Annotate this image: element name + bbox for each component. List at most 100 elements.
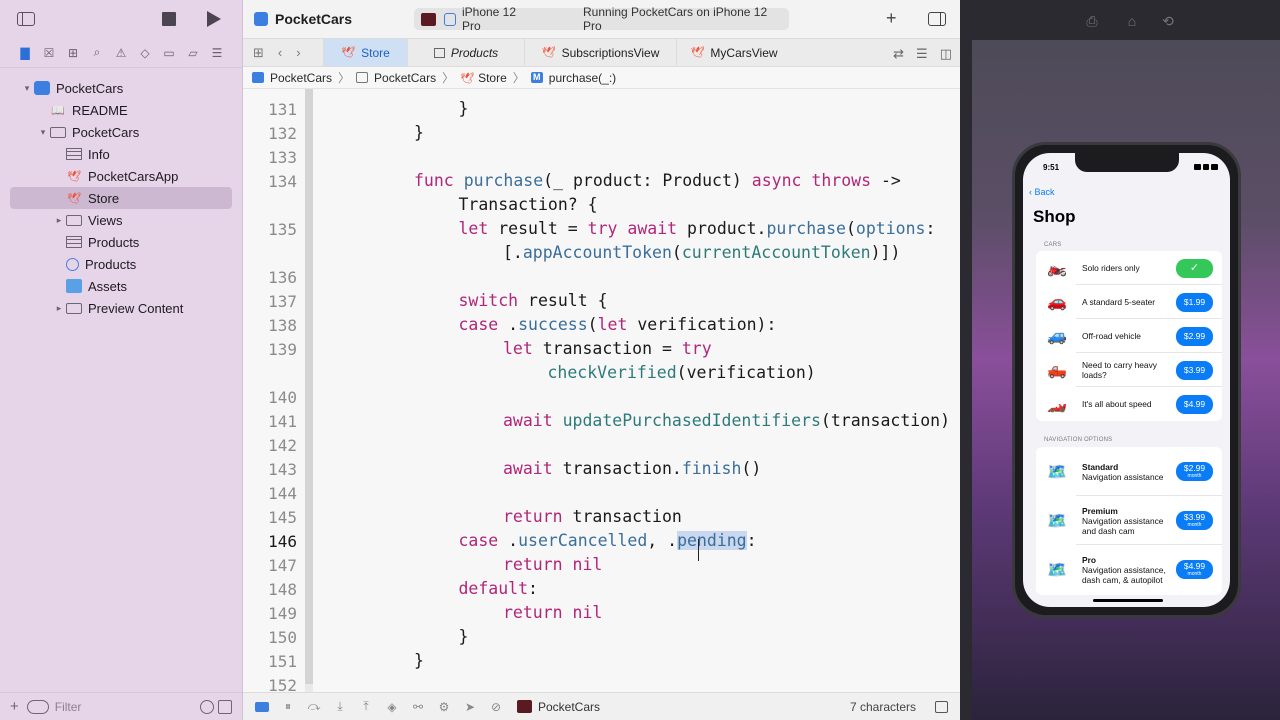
chevron-right-icon: 〉 <box>338 71 351 85</box>
scm-filter-icon[interactable] <box>218 700 232 714</box>
nav-option-row[interactable]: 🗺️ Premium Navigation assistance and dash … <box>1036 496 1222 545</box>
tree-item[interactable]: ▾ PocketCars <box>0 121 242 143</box>
source-control-icon[interactable]: ☒ <box>41 45 57 61</box>
filter-input[interactable]: Filter <box>55 700 82 714</box>
tab-store[interactable]: 🕊 Store <box>323 39 407 66</box>
swiftui-debug-icon[interactable]: ⊘ <box>489 700 503 714</box>
code-line: [.appAccountToken(currentAccountToken)]) <box>503 243 901 262</box>
tab-products[interactable]: Products <box>407 39 524 66</box>
item-description: Premium Navigation assistance and dash ca… <box>1082 506 1172 536</box>
back-button[interactable]: ‹ Back <box>1029 187 1055 197</box>
car-icon: 🛻 <box>1047 362 1067 379</box>
step-over-icon[interactable]: ⤼ <box>307 699 321 714</box>
search-icon[interactable]: ⌕ <box>89 45 105 61</box>
car-row[interactable]: 🚗 A standard 5-seater $1.99 <box>1036 285 1222 319</box>
tree-item[interactable]: 🕊 Store <box>10 187 232 209</box>
disclosure-icon[interactable]: ▾ <box>36 127 50 138</box>
filter-icon[interactable] <box>26 699 49 714</box>
code-line: } <box>414 651 424 670</box>
line-number-gutter: 131 132 133 134 135 136 137 138 139 140 141 142 143 1… <box>243 89 305 692</box>
breadcrumb-item[interactable]: Store <box>478 71 507 85</box>
buy-button[interactable]: $2.99 <box>1176 326 1213 346</box>
map-icon: 🗺️ <box>1047 512 1067 530</box>
editor-options-icon[interactable]: ☰ <box>916 46 928 62</box>
breakpoint-icon[interactable]: ▱ <box>185 45 201 61</box>
cars-section-header: CARS <box>1044 242 1062 248</box>
tree-item-label: Products <box>85 256 137 272</box>
report-icon[interactable]: ☰ <box>209 45 225 61</box>
car-row[interactable]: 🏍️ Solo riders only ✓ <box>1036 251 1222 285</box>
folder-icon[interactable]: ▇ <box>17 45 33 61</box>
tree-item[interactable]: ▸ Preview Content <box>0 297 242 319</box>
related-items-icon[interactable]: ⇄ <box>893 46 904 62</box>
disclosure-icon[interactable]: ▸ <box>52 303 66 314</box>
breadcrumb-item[interactable]: purchase(_:) <box>549 71 616 85</box>
step-out-icon[interactable]: ⤒ <box>359 699 373 714</box>
inspector-toggle-icon[interactable] <box>928 12 946 26</box>
app-icon <box>254 12 268 26</box>
car-row[interactable]: 🚙 Off-road vehicle $2.99 <box>1036 319 1222 353</box>
back-icon[interactable]: ‹ <box>278 45 282 60</box>
warning-icon[interactable]: ⚠ <box>113 45 129 61</box>
debug-icon[interactable]: ▭ <box>161 45 177 61</box>
breakpoints-toggle-icon[interactable] <box>255 700 269 714</box>
car-row[interactable]: 🛻 Need to carry heavy loads? $3.99 <box>1036 353 1222 387</box>
disclosure-icon[interactable]: ▾ <box>20 83 34 94</box>
sidebar-toggle-icon[interactable] <box>17 12 35 26</box>
debug-area-toggle-icon[interactable] <box>935 701 948 713</box>
tree-item[interactable]: Products <box>0 253 242 275</box>
tree-item[interactable]: Products <box>0 231 242 253</box>
buy-button[interactable]: $1.99 <box>1176 292 1213 312</box>
home-icon[interactable]: ⌂ <box>1124 13 1140 29</box>
project-navigator: ▇ ☒ ⊞ ⌕ ⚠ ◇ ▭ ▱ ☰ ▾ PocketCars 📖 README ▾ Poc… <box>0 0 243 720</box>
add-icon[interactable]: + <box>10 698 19 715</box>
tree-item[interactable]: 🕊 PocketCarsApp <box>0 165 242 187</box>
buy-button[interactable]: $2.99 month <box>1176 462 1213 481</box>
buy-button[interactable]: $4.99 <box>1176 394 1213 414</box>
item-description: Off-road vehicle <box>1082 331 1141 341</box>
breadcrumb-item[interactable]: PocketCars <box>374 71 436 85</box>
car-row[interactable]: 🏎️ It's all about speed $4.99 <box>1036 387 1222 421</box>
forward-icon[interactable]: › <box>296 45 300 60</box>
tree-item[interactable]: ▾ PocketCars <box>0 77 242 99</box>
view-hierarchy-icon[interactable]: ◈ <box>385 700 399 714</box>
tab-nav: ⊞ ‹ › <box>243 39 323 66</box>
source-editor[interactable]: 131 132 133 134 135 136 137 138 139 140 141 142 143 1… <box>243 89 960 692</box>
iphone-icon <box>443 12 456 26</box>
environment-icon[interactable]: ⚙ <box>437 700 451 714</box>
run-icon[interactable] <box>207 11 221 27</box>
tree-item[interactable]: Assets <box>0 275 242 297</box>
test-icon[interactable]: ◇ <box>137 45 153 61</box>
nav-option-row[interactable]: 🗺️ Pro Navigation assistance, dash cam, & … <box>1036 545 1222 594</box>
location-icon[interactable]: ➤ <box>463 700 477 714</box>
screenshot-icon[interactable]: ⎙ <box>1084 13 1100 29</box>
recent-icon[interactable] <box>200 700 214 714</box>
tree-item[interactable]: ▸ Views <box>0 209 242 231</box>
add-library-icon[interactable]: + <box>886 8 897 29</box>
pause-icon[interactable]: ⏸ <box>281 699 295 714</box>
buy-button[interactable]: $3.99 month <box>1176 511 1213 530</box>
tree-item[interactable]: 📖 README <box>0 99 242 121</box>
hierarchy-icon[interactable]: ⊞ <box>65 45 81 61</box>
tree-item[interactable]: Info <box>0 143 242 165</box>
rotate-icon[interactable]: ⟲ <box>1160 13 1176 29</box>
process-target[interactable]: PocketCars <box>517 700 600 714</box>
battery-icon <box>1194 164 1219 170</box>
buy-button[interactable]: $4.99 month <box>1176 560 1213 579</box>
tab-mycarsview[interactable]: 🕊 MyCarsView <box>676 39 791 66</box>
line-number: 136 <box>268 268 297 287</box>
step-into-icon[interactable]: ⤓ <box>333 699 347 714</box>
split-editor-icon[interactable]: ◫ <box>940 46 952 62</box>
device-label: iPhone 12 Pro <box>461 5 517 33</box>
tab-subscriptionsview[interactable]: 🕊 SubscriptionsView <box>524 39 676 66</box>
grid-icon[interactable]: ⊞ <box>253 45 264 61</box>
code-folding-ribbon[interactable] <box>305 89 313 692</box>
scheme-selector[interactable]: iPhone 12 Pro Running PocketCars on iPho… <box>414 5 789 33</box>
swift-icon: 🕊 <box>460 73 475 85</box>
memory-graph-icon[interactable]: ⚯ <box>411 700 425 714</box>
breadcrumb-item[interactable]: PocketCars <box>270 71 332 85</box>
disclosure-icon[interactable]: ▸ <box>52 215 66 226</box>
stop-icon[interactable] <box>162 12 176 26</box>
nav-option-row[interactable]: 🗺️ Standard Navigation assistance $2.99 mont… <box>1036 447 1222 496</box>
buy-button[interactable]: $3.99 <box>1176 360 1213 380</box>
